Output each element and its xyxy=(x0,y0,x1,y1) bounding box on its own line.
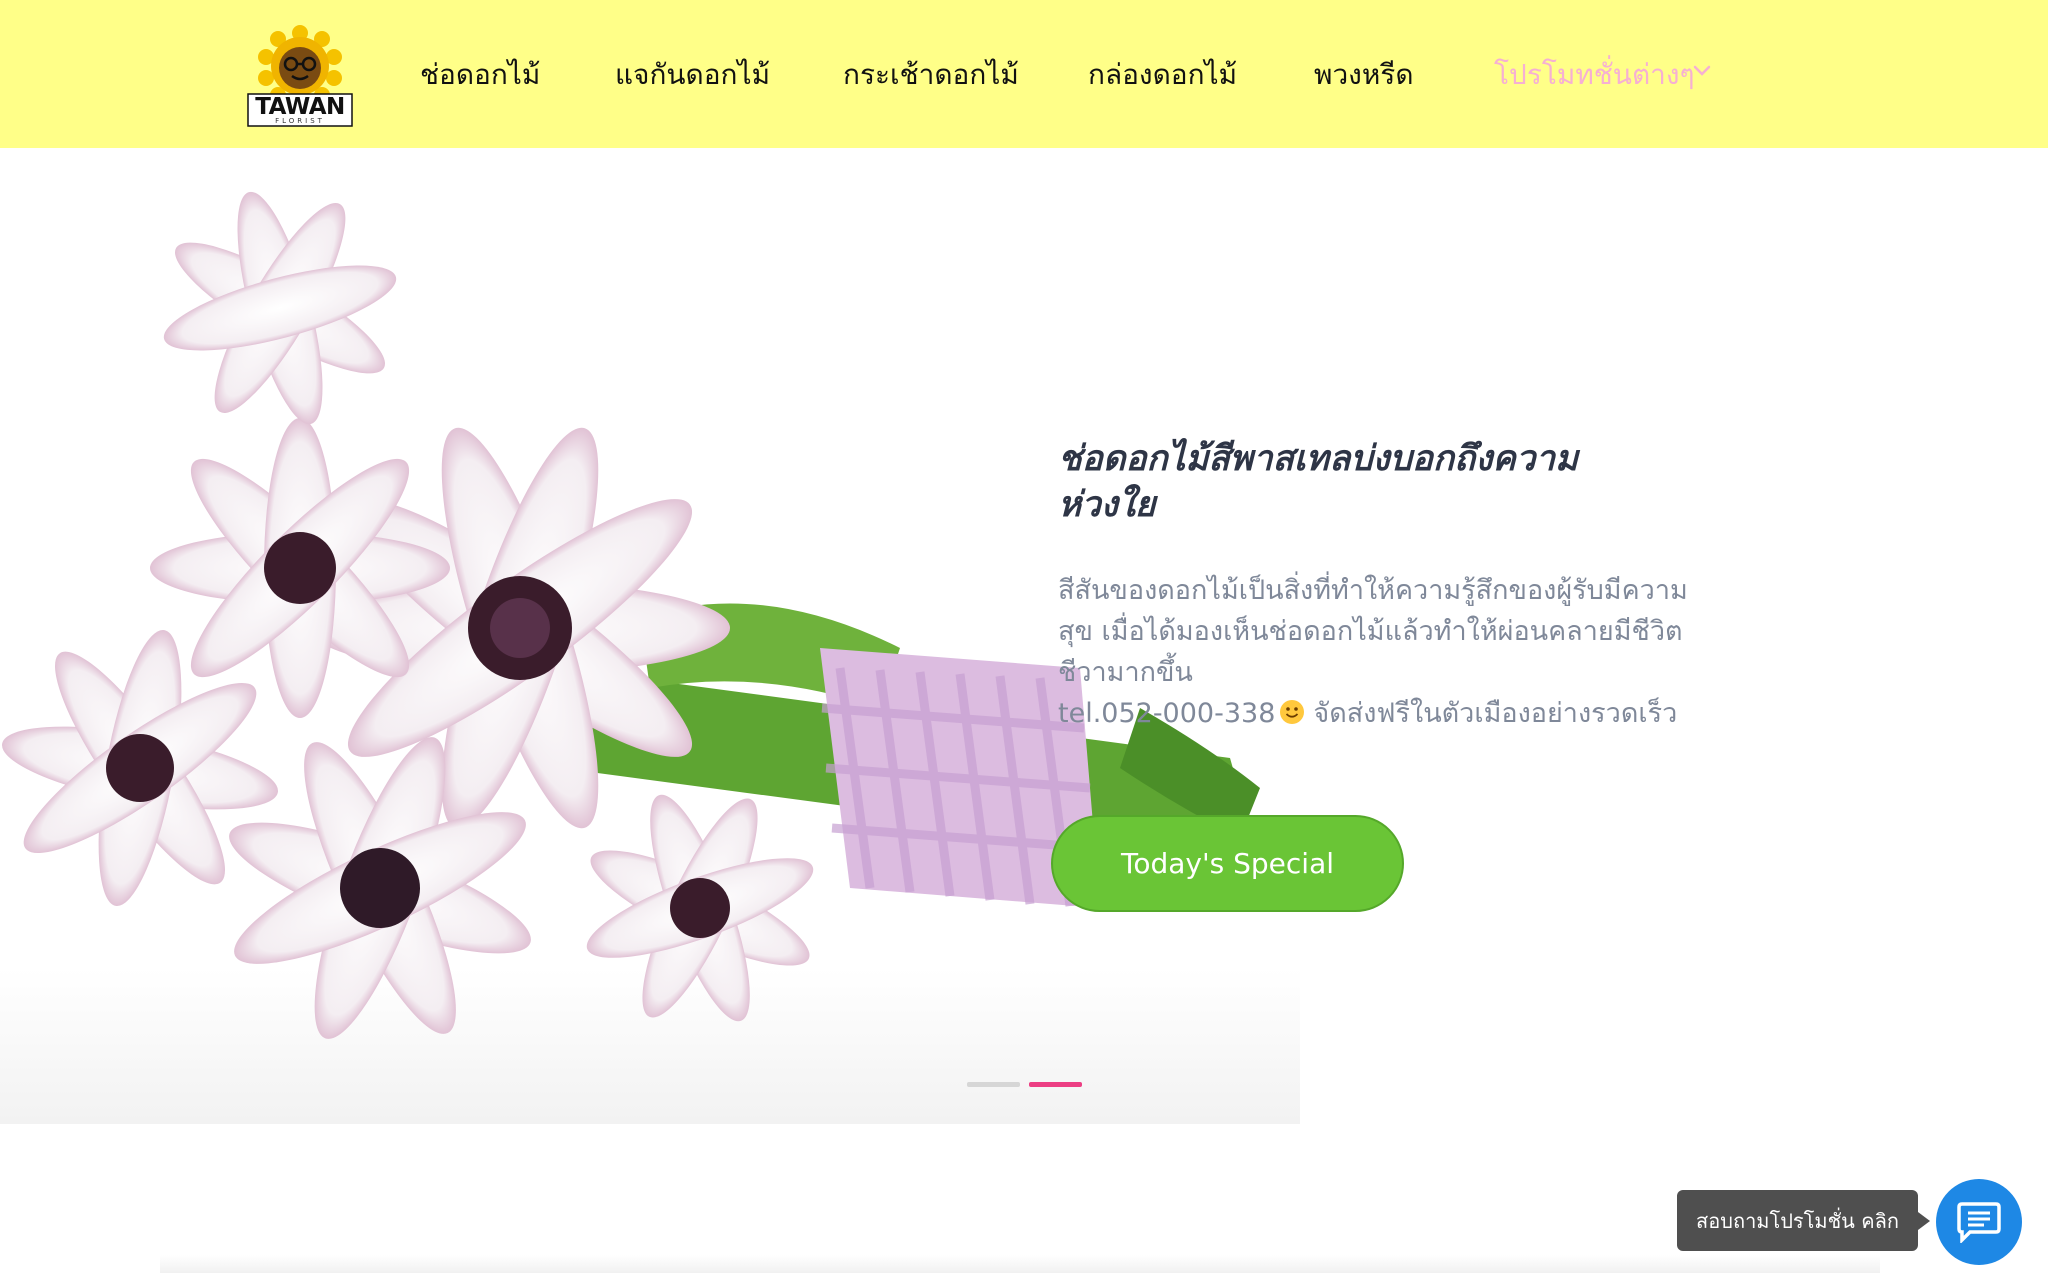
hero-contact-line: tel.052-000-338 จัดส่งฟรีในตัวเมืองอย่าง… xyxy=(1058,693,1698,734)
site-header: TAWAN FLORIST ช่อดอกไม้ แจกันดอกไม้ กระเ… xyxy=(0,0,2048,148)
hero-description: สีสันของดอกไม้เป็นสิ่งที่ทำให้ความรู้สึก… xyxy=(1058,570,1698,734)
phone-number: tel.052-000-338 xyxy=(1058,698,1276,729)
chat-tooltip[interactable]: สอบถามโปรโมชั่น คลิก xyxy=(1677,1190,1930,1251)
todays-special-button[interactable]: Today's Special xyxy=(1051,815,1404,912)
chat-button[interactable] xyxy=(1936,1179,2022,1265)
hero-headline-line-1: ช่อดอกไม้สีพาสเทลบ่งบอกถึงความ xyxy=(1058,439,1579,479)
main-nav: ช่อดอกไม้ แจกันดอกไม้ กระเช้าดอกไม้ กล่อ… xyxy=(0,0,2048,148)
hero-desc-line-3: ชีวามากขึ้น xyxy=(1058,657,1193,688)
nav-item-bouquets[interactable]: ช่อดอกไม้ xyxy=(420,53,540,97)
chevron-down-icon[interactable] xyxy=(1692,64,1712,78)
nav-item-wreaths[interactable]: พวงหรีด xyxy=(1314,53,1414,97)
chat-bubble-icon xyxy=(1957,1202,2001,1243)
slider-dot-2-active[interactable] xyxy=(1029,1082,1082,1087)
nav-item-boxes[interactable]: กล่องดอกไม้ xyxy=(1088,53,1237,97)
slider-dot-1[interactable] xyxy=(967,1082,1020,1087)
smiley-face-icon xyxy=(1280,700,1305,724)
nav-item-baskets[interactable]: กระเช้าดอกไม้ xyxy=(843,53,1019,97)
hero-headline-line-2: ห่วงใย xyxy=(1058,485,1156,525)
content-section-edge xyxy=(160,1255,1880,1273)
hero-desc-line-2: สุข เมื่อได้มองเห็นช่อดอกไม้แล้วทำให้ผ่อ… xyxy=(1058,616,1683,647)
delivery-note: จัดส่งฟรีในตัวเมืองอย่างรวดเร็ว xyxy=(1313,698,1678,729)
hero-headline: ช่อดอกไม้สีพาสเทลบ่งบอกถึงความ ห่วงใย xyxy=(1058,436,1698,528)
nav-item-vases[interactable]: แจกันดอกไม้ xyxy=(615,53,770,97)
flower-bouquet-image xyxy=(0,191,1300,1124)
hero-slider: ช่อดอกไม้สีพาสเทลบ่งบอกถึงความ ห่วงใย สี… xyxy=(0,148,2048,1124)
nav-item-promotions[interactable]: โปรโมทชั่นต่างๆ xyxy=(1494,53,1695,97)
hero-desc-line-1: สีสันของดอกไม้เป็นสิ่งที่ทำให้ความรู้สึก… xyxy=(1058,575,1688,606)
